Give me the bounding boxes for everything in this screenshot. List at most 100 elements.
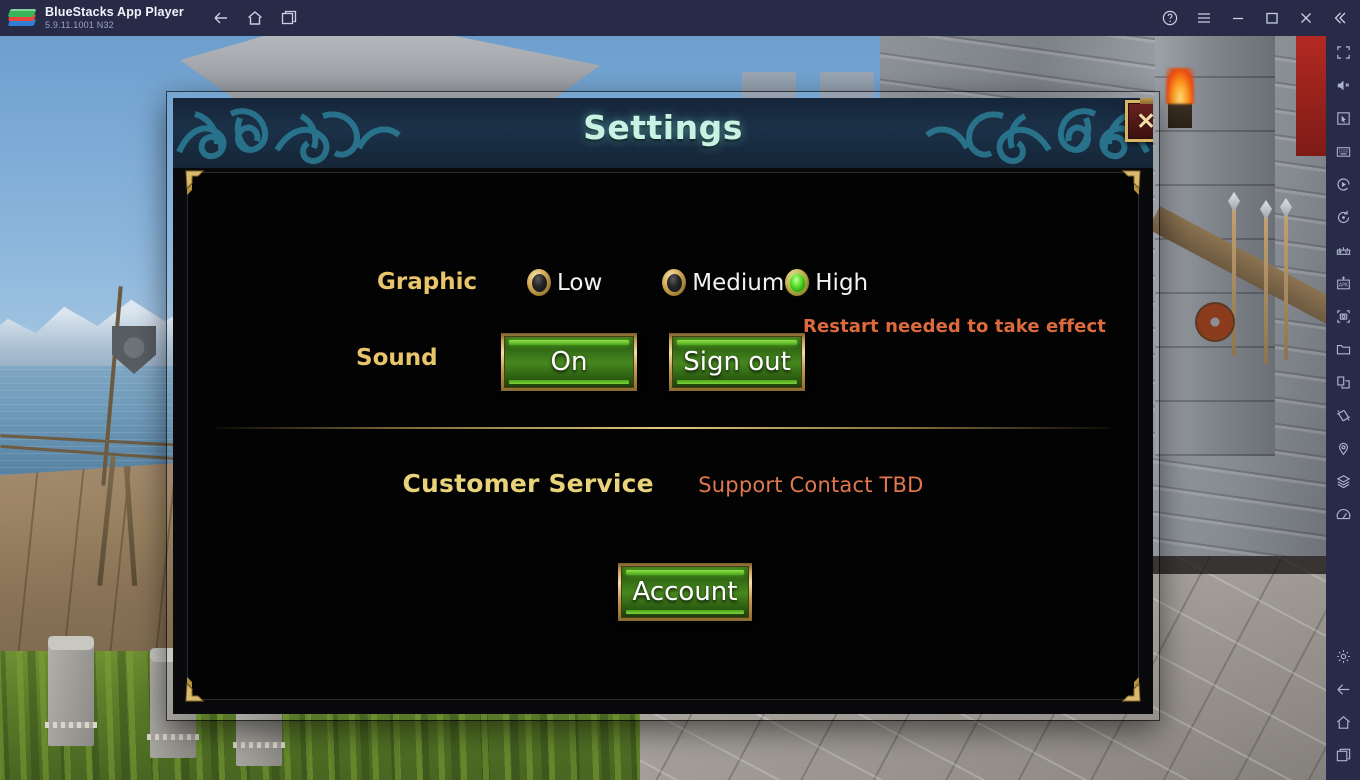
corner-ornament-top-right <box>1121 170 1141 195</box>
settings-button[interactable] <box>1326 640 1360 673</box>
screenshot-button[interactable] <box>1326 300 1360 333</box>
home-button[interactable] <box>240 4 270 32</box>
account-label: Account <box>632 577 738 607</box>
graphic-option-low-label: Low <box>557 269 603 296</box>
bluestacks-logo-icon <box>7 7 37 29</box>
home-icon <box>1336 716 1350 729</box>
collapse-sidebar-button[interactable] <box>1324 3 1356 33</box>
menu-button[interactable] <box>1188 3 1220 33</box>
close-icon <box>1301 13 1311 23</box>
graphic-row: Graphic <box>377 269 477 295</box>
android-home-button[interactable] <box>1326 706 1360 739</box>
svg-text:APK: APK <box>1338 283 1348 289</box>
radio-unselected-icon <box>527 269 551 296</box>
gear-icon <box>1336 650 1350 663</box>
spear-1 <box>1232 206 1236 356</box>
customer-service-label: Customer Service <box>402 469 654 498</box>
sound-row: Sound <box>356 345 438 371</box>
layers-icon <box>1336 475 1350 489</box>
brazier-flame <box>1166 68 1194 104</box>
eco-mode-button[interactable] <box>1326 465 1360 498</box>
keyboard-icon <box>1336 147 1350 157</box>
mute-button[interactable] <box>1326 69 1360 102</box>
spear-3 <box>1284 212 1288 360</box>
shake-button[interactable] <box>1326 399 1360 432</box>
hamburger-menu-icon <box>1198 13 1210 23</box>
corner-ornament-top-left <box>185 170 205 195</box>
recent-apps-icon <box>1336 748 1350 762</box>
android-recents-button[interactable] <box>1326 739 1360 772</box>
section-divider <box>216 427 1110 429</box>
install-apk-button[interactable]: APK <box>1326 267 1360 300</box>
recent-apps-button[interactable] <box>274 4 304 32</box>
sign-out-button[interactable]: Sign out <box>669 333 805 391</box>
maximize-button[interactable] <box>1256 3 1288 33</box>
media-manager-button[interactable] <box>1326 333 1360 366</box>
radio-unselected-icon <box>662 269 687 296</box>
dialog-content-panel: Graphic Low Medium High Restart needed t… <box>185 170 1141 702</box>
cursor-control-button[interactable] <box>1326 102 1360 135</box>
graphic-option-medium-label: Medium <box>692 269 785 296</box>
multi-instance-button[interactable] <box>1326 366 1360 399</box>
minimize-button[interactable] <box>1222 3 1254 33</box>
dock-post-1 <box>45 636 97 746</box>
titlebar-nav-group <box>206 4 304 32</box>
close-button[interactable] <box>1290 3 1322 33</box>
restart-notice: Restart needed to take effect <box>803 316 1106 337</box>
sound-toggle-button[interactable]: On <box>501 333 637 391</box>
window-titlebar: BlueStacks App Player 5.9.11.1001 N32 <box>0 0 1360 36</box>
sign-out-label: Sign out <box>683 347 791 377</box>
graphic-option-low[interactable]: Low <box>527 269 602 296</box>
question-circle-icon <box>1162 10 1178 26</box>
rotate-icon <box>1337 210 1349 224</box>
location-button[interactable] <box>1326 432 1360 465</box>
round-shield <box>1195 302 1235 342</box>
gamepad-button[interactable] <box>1326 234 1360 267</box>
shake-icon <box>1336 410 1350 422</box>
graphic-option-high-label: High <box>815 269 869 296</box>
graphic-option-high[interactable]: High <box>785 269 868 296</box>
speaker-mute-icon <box>1337 80 1349 91</box>
dialog-close-button[interactable]: ✕ <box>1125 98 1153 142</box>
app-version: 5.9.11.1001 N32 <box>45 20 114 31</box>
help-button[interactable] <box>1154 3 1186 33</box>
close-icon: ✕ <box>1136 107 1153 134</box>
cursor-arrow-icon <box>1336 112 1350 125</box>
gamepad-icon <box>1336 247 1350 255</box>
maximize-icon <box>1266 12 1278 24</box>
home-icon <box>247 11 262 25</box>
chevron-double-left-icon <box>1334 12 1346 24</box>
macro-recorder-button[interactable] <box>1326 168 1360 201</box>
android-back-button[interactable] <box>1326 673 1360 706</box>
performance-button[interactable] <box>1326 498 1360 531</box>
sound-label: Sound <box>356 345 438 371</box>
rotate-button[interactable] <box>1326 201 1360 234</box>
sound-toggle-label: On <box>550 347 588 377</box>
dialog-title: Settings <box>583 108 743 147</box>
fullscreen-button[interactable] <box>1326 36 1360 69</box>
arrow-left-icon <box>1336 684 1349 695</box>
back-button[interactable] <box>206 4 236 32</box>
settings-dialog: Settings ✕ Graphic Low Medium High Resta… <box>167 92 1159 720</box>
graphic-option-medium[interactable]: Medium <box>662 269 784 296</box>
folder-icon <box>1336 344 1350 355</box>
fullscreen-icon <box>1336 46 1350 59</box>
window-controls <box>1154 0 1356 36</box>
app-title: BlueStacks App Player <box>45 4 184 19</box>
bluestacks-sidebar: APK <box>1326 36 1360 780</box>
keyboard-controls-button[interactable] <box>1326 135 1360 168</box>
corner-ornament-bottom-right <box>1121 677 1141 702</box>
app-window: BlueStacks App Player 5.9.11.1001 N32 AP… <box>0 0 1360 780</box>
red-banner-cloth <box>1296 36 1326 156</box>
radio-selected-icon <box>785 269 810 296</box>
apk-install-icon: APK <box>1336 276 1350 290</box>
corner-ornament-bottom-left <box>185 677 205 702</box>
graphic-options-group: Low Medium High <box>527 269 868 296</box>
customer-service-value[interactable]: Support Contact TBD <box>698 473 923 497</box>
arrow-left-icon <box>214 12 227 24</box>
location-pin-icon <box>1338 442 1348 456</box>
account-button[interactable]: Account <box>618 563 752 621</box>
customer-service-row: Customer Service Support Contact TBD <box>188 469 1138 498</box>
recent-apps-icon <box>281 10 297 25</box>
minimize-icon <box>1233 17 1243 20</box>
